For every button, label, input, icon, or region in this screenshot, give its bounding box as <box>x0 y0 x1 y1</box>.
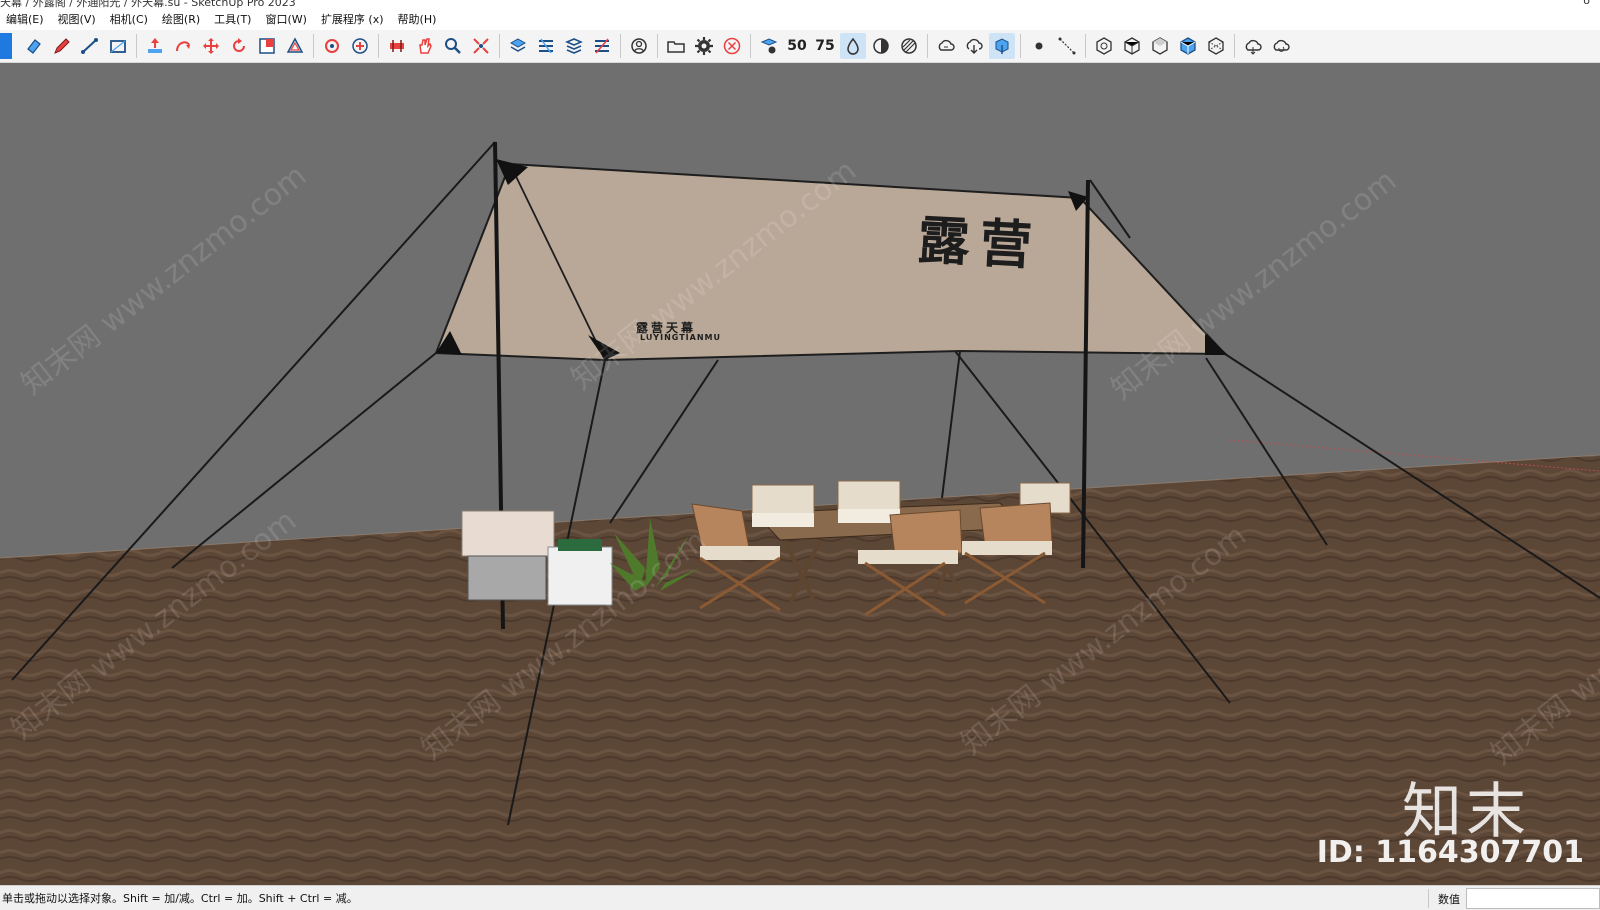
top-view-icon[interactable] <box>1119 33 1145 59</box>
menu-bar: 编辑(E) 视图(V) 相机(C) 绘图(R) 工具(T) 窗口(W) 扩展程序… <box>0 8 1600 30</box>
iso-view-icon[interactable] <box>1091 33 1117 59</box>
pan-icon[interactable] <box>347 33 373 59</box>
toolbar-separator <box>927 34 928 58</box>
toolbar-separator <box>313 34 314 58</box>
toolbar-separator <box>1020 34 1021 58</box>
status-divider <box>1428 889 1429 908</box>
settings-icon[interactable] <box>691 33 717 59</box>
dimension-icon[interactable] <box>1054 33 1080 59</box>
menu-extensions[interactable]: 扩展程序 (x) <box>315 11 392 27</box>
toolbar-separator <box>1234 34 1235 58</box>
toolbar-separator <box>499 34 500 58</box>
layers-icon[interactable] <box>505 33 531 59</box>
menu-tools[interactable]: 工具(T) <box>208 11 259 27</box>
cube-download-icon[interactable] <box>989 33 1015 59</box>
toolbar-separator <box>136 34 137 58</box>
opacity-75-icon[interactable]: 75 <box>812 33 838 59</box>
open-folder-icon[interactable] <box>663 33 689 59</box>
push-pull-icon[interactable] <box>142 33 168 59</box>
move-icon[interactable] <box>198 33 224 59</box>
rectangle-icon[interactable] <box>105 33 131 59</box>
hand-icon[interactable] <box>412 33 438 59</box>
main-toolbar: 50 75 <box>0 30 1600 63</box>
follow-me-icon[interactable] <box>170 33 196 59</box>
right-view-icon[interactable] <box>1175 33 1201 59</box>
section-icon[interactable] <box>384 33 410 59</box>
window-title: 天幕 / 外露阁 / 外通阳光 / 外天幕.su - SketchUp Pro … <box>0 0 296 8</box>
components-icon[interactable] <box>533 33 559 59</box>
measurements-input[interactable] <box>1466 888 1600 909</box>
window-control-icon[interactable]: ö <box>1583 0 1590 7</box>
zoom-extents-icon[interactable] <box>468 33 494 59</box>
orbit-icon[interactable] <box>319 33 345 59</box>
zoom-icon[interactable] <box>440 33 466 59</box>
tent-logo-big: 露营 <box>916 209 1044 278</box>
cloud-icon[interactable] <box>1240 33 1266 59</box>
contrast-icon[interactable] <box>868 33 894 59</box>
menu-edit[interactable]: 编辑(E) <box>0 11 52 27</box>
toolbar-separator <box>750 34 751 58</box>
user-icon[interactable] <box>626 33 652 59</box>
title-bar: 天幕 / 外露阁 / 外通阳光 / 外天幕.su - SketchUp Pro … <box>0 0 1600 8</box>
close-icon[interactable] <box>719 33 745 59</box>
menu-help[interactable]: 帮助(H) <box>392 11 445 27</box>
status-hint: 单击或拖动以选择对象。Shift = 加/减。Ctrl = 加。Shift + … <box>2 892 358 905</box>
id-watermark: ID: 1164307701 <box>1316 835 1584 870</box>
opacity-50-icon[interactable]: 50 <box>784 33 810 59</box>
status-bar: 单击或拖动以选择对象。Shift = 加/减。Ctrl = 加。Shift + … <box>0 885 1600 910</box>
line-icon[interactable] <box>77 33 103 59</box>
menu-camera[interactable]: 相机(C) <box>104 11 156 27</box>
model-viewport[interactable]: 露营 露营天幕 LUYINGTIANMU 知末网 www.znzmo.com 知… <box>0 63 1600 885</box>
toolbar-grip[interactable] <box>0 33 12 59</box>
eraser-icon[interactable] <box>21 33 47 59</box>
rotate-icon[interactable] <box>226 33 252 59</box>
pattern-icon[interactable] <box>896 33 922 59</box>
back-view-icon[interactable] <box>1203 33 1229 59</box>
toolbar-separator <box>657 34 658 58</box>
toolbar-separator <box>1085 34 1086 58</box>
measurements-label: 数值 <box>1438 893 1460 906</box>
materials-icon[interactable] <box>561 33 587 59</box>
toolbar-separator <box>620 34 621 58</box>
scale-icon[interactable] <box>254 33 280 59</box>
styles-icon[interactable] <box>589 33 615 59</box>
view-icon[interactable] <box>756 33 782 59</box>
menu-view[interactable]: 视图(V) <box>52 11 104 27</box>
menu-draw[interactable]: 绘图(R) <box>156 11 208 27</box>
menu-window[interactable]: 窗口(W) <box>259 11 314 27</box>
toolbar-separator <box>378 34 379 58</box>
cloud-refresh-icon[interactable] <box>1268 33 1294 59</box>
cloud-download-icon[interactable] <box>961 33 987 59</box>
offset-icon[interactable] <box>282 33 308 59</box>
cloud-sync-icon[interactable] <box>933 33 959 59</box>
point-icon[interactable] <box>1026 33 1052 59</box>
xray-icon[interactable] <box>840 33 866 59</box>
pencil-icon[interactable] <box>49 33 75 59</box>
front-view-icon[interactable] <box>1147 33 1173 59</box>
